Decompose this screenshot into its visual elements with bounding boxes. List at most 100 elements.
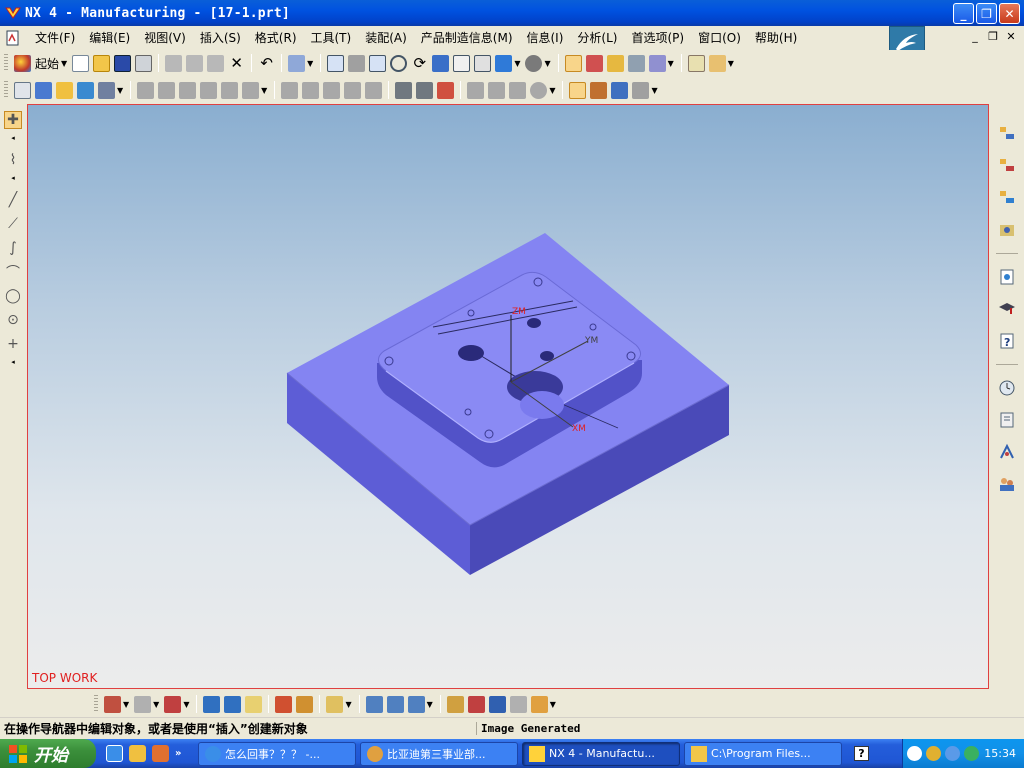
snap-icon[interactable] xyxy=(585,54,603,72)
toolbar-grip[interactable] xyxy=(94,695,98,713)
chevron-down-icon[interactable]: ▼ xyxy=(668,59,674,68)
chevron-down-icon[interactable]: ▼ xyxy=(123,700,129,709)
new-file-icon[interactable] xyxy=(72,54,90,72)
measure-icon[interactable] xyxy=(708,54,726,72)
method-navigator-icon[interactable] xyxy=(632,81,650,99)
chevron-left-icon[interactable]: ◂ xyxy=(11,174,15,182)
process-studio-icon[interactable] xyxy=(995,439,1019,465)
feeds-icon[interactable] xyxy=(488,81,506,99)
network-icon[interactable] xyxy=(945,746,960,761)
copy-icon[interactable] xyxy=(186,54,204,72)
menu-information[interactable]: 信息(I) xyxy=(520,29,571,46)
menu-assembly[interactable]: 装配(A) xyxy=(358,29,414,46)
app-shortcut-icon[interactable] xyxy=(152,745,169,762)
roles-tab-icon[interactable] xyxy=(995,471,1019,497)
geometry-view-icon[interactable] xyxy=(437,81,455,99)
fit-view-icon[interactable] xyxy=(327,54,345,72)
create-operation-icon[interactable] xyxy=(104,695,121,713)
chevron-left-icon[interactable]: ◂ xyxy=(11,134,15,142)
undo-icon[interactable]: ↶ xyxy=(258,54,275,72)
doc-restore-button[interactable]: ❐ xyxy=(986,30,1000,43)
chevron-left-icon[interactable]: ◂ xyxy=(11,358,15,366)
delete-object-icon[interactable] xyxy=(365,81,383,99)
menu-view[interactable]: 视图(V) xyxy=(137,29,193,46)
minimize-button[interactable]: _ xyxy=(953,3,974,24)
menu-help[interactable]: 帮助(H) xyxy=(748,29,804,46)
paste-icon[interactable] xyxy=(207,54,225,72)
sketch-icon[interactable] xyxy=(530,695,548,713)
start-button[interactable]: 开始 xyxy=(0,739,96,768)
create-tool-icon[interactable] xyxy=(35,81,52,99)
chevron-down-icon[interactable]: ▼ xyxy=(514,59,520,68)
feature-icon[interactable] xyxy=(446,695,464,713)
line-segment-icon[interactable]: ⟋ xyxy=(4,215,22,233)
verify-toolpath-icon[interactable] xyxy=(200,81,218,99)
point-icon[interactable]: + xyxy=(4,335,22,353)
hide-icon[interactable] xyxy=(648,54,666,72)
circle-center-icon[interactable]: ⊙ xyxy=(4,311,22,329)
chevron-down-icon[interactable]: ▼ xyxy=(183,700,189,709)
object-icon[interactable] xyxy=(296,695,314,713)
chevron-down-icon[interactable]: ▼ xyxy=(117,86,123,95)
circle-icon[interactable]: ◯ xyxy=(4,287,22,305)
edit-object-icon[interactable] xyxy=(281,81,299,99)
doc-close-button[interactable]: ✕ xyxy=(1004,30,1018,43)
doc-minimize-button[interactable]: _ xyxy=(968,30,982,43)
orient-view-icon[interactable] xyxy=(453,54,471,72)
operation-navigator-tab-icon[interactable] xyxy=(995,121,1019,147)
chevron-down-icon[interactable]: ▼ xyxy=(261,86,267,95)
program-view-icon[interactable] xyxy=(395,81,413,99)
list-toolpath-icon[interactable] xyxy=(179,81,197,99)
copy-object-icon[interactable] xyxy=(323,81,341,99)
paste-object-icon[interactable] xyxy=(344,81,362,99)
magnify-icon[interactable] xyxy=(390,54,408,72)
delete-toolpath-icon[interactable] xyxy=(221,81,239,99)
help-tab-icon[interactable]: ? xyxy=(995,328,1019,354)
history-tab-icon[interactable] xyxy=(995,217,1019,243)
clock-icon[interactable] xyxy=(530,81,548,99)
chevron-down-icon[interactable]: ▼ xyxy=(153,700,159,709)
ie-icon[interactable] xyxy=(106,745,123,762)
datum-icon[interactable] xyxy=(509,695,527,713)
history-clock-icon[interactable] xyxy=(995,375,1019,401)
menu-analysis[interactable]: 分析(L) xyxy=(570,29,624,46)
chevron-down-icon[interactable]: ▼ xyxy=(651,86,657,95)
verify-icon[interactable] xyxy=(245,695,263,713)
task-button-explorer[interactable]: C:\Program Files... xyxy=(684,741,842,766)
quicklaunch-more-button[interactable]: » xyxy=(175,748,181,759)
replay-toolpath-icon[interactable] xyxy=(158,81,176,99)
graphics-window[interactable]: ZM YM XM TOP WORK xyxy=(27,104,989,689)
menu-tools[interactable]: 工具(T) xyxy=(304,29,359,46)
chevron-down-icon[interactable]: ▼ xyxy=(544,59,550,68)
training-tab-icon[interactable] xyxy=(995,296,1019,322)
menu-preferences[interactable]: 首选项(P) xyxy=(624,29,691,46)
wcs-icon[interactable] xyxy=(488,695,506,713)
start-menu-label[interactable]: 起始 xyxy=(35,55,59,72)
help-tray-icon[interactable]: ? xyxy=(854,746,869,761)
maximize-button[interactable]: ❐ xyxy=(976,3,997,24)
program-order-icon[interactable] xyxy=(134,695,152,713)
generate-toolpath-icon[interactable] xyxy=(137,81,155,99)
selection-tool-icon[interactable] xyxy=(564,54,582,72)
arc-icon[interactable]: ⌒ xyxy=(4,263,22,281)
edit-display-icon[interactable] xyxy=(365,695,383,713)
create-program-icon[interactable] xyxy=(14,81,31,99)
menu-format[interactable]: 格式(R) xyxy=(248,29,304,46)
replay-icon[interactable] xyxy=(224,695,242,713)
create-geometry-icon[interactable] xyxy=(56,81,73,99)
mill-tool-icon[interactable] xyxy=(164,695,182,713)
render-style-icon[interactable] xyxy=(525,54,543,72)
menu-window[interactable]: 窗口(O) xyxy=(691,29,748,46)
menu-file[interactable]: 文件(F) xyxy=(28,29,82,46)
chevron-down-icon[interactable]: ▼ xyxy=(427,700,433,709)
task-button-nx[interactable]: NX 4 - Manufactu... xyxy=(522,741,680,766)
csys-icon[interactable] xyxy=(467,695,485,713)
menu-insert[interactable]: 插入(S) xyxy=(193,29,248,46)
info-icon[interactable] xyxy=(326,695,344,713)
menu-edit[interactable]: 编辑(E) xyxy=(82,29,137,46)
line-icon[interactable]: ╱ xyxy=(4,191,22,209)
chevron-down-icon[interactable]: ▼ xyxy=(549,86,555,95)
rotate-icon[interactable]: ⟳ xyxy=(411,54,428,72)
part-navigator-tab-icon[interactable] xyxy=(995,185,1019,211)
blank-icon[interactable] xyxy=(386,695,404,713)
